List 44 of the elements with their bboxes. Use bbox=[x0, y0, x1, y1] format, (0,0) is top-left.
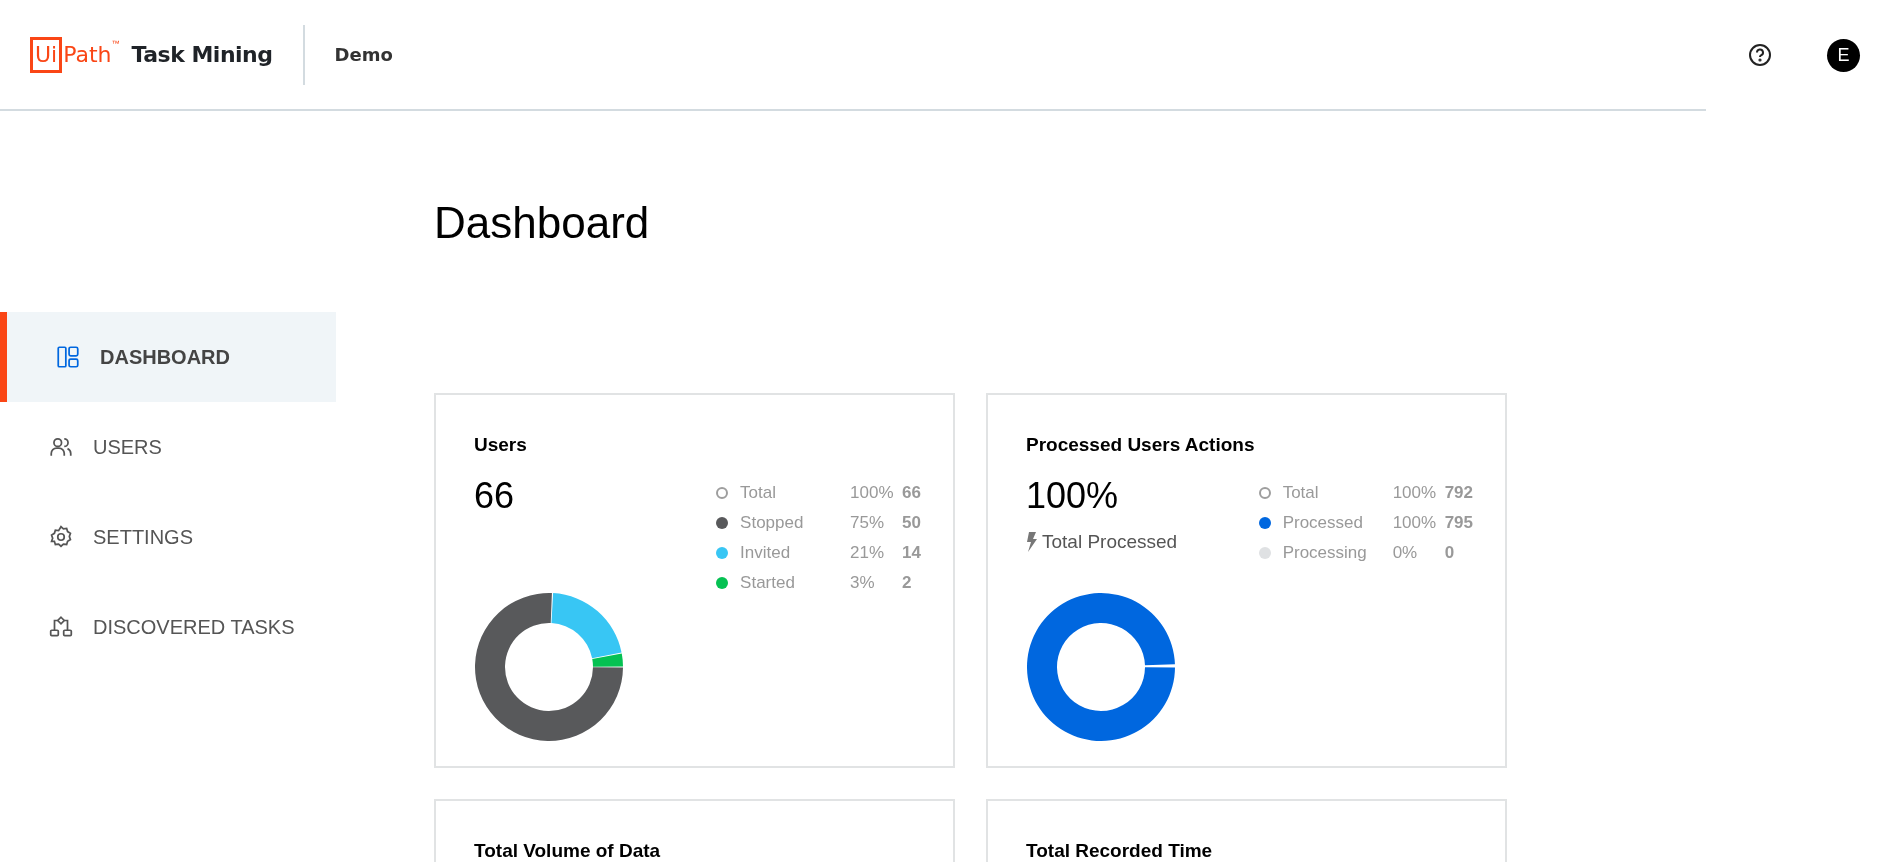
user-avatar[interactable]: E bbox=[1827, 39, 1860, 72]
card-title: Processed Users Actions bbox=[1026, 433, 1256, 457]
workspace-name: Demo bbox=[334, 43, 393, 67]
legend-label: Processing bbox=[1282, 541, 1368, 564]
stat-value: 66 bbox=[474, 473, 516, 518]
logo-box: Ui bbox=[30, 36, 63, 73]
page-title: Dashboard bbox=[434, 197, 651, 249]
legend-label: Started bbox=[740, 571, 796, 594]
card-title: Total Recorded Time bbox=[1026, 839, 1214, 862]
lightning-icon bbox=[1026, 531, 1038, 552]
logo-text: Path bbox=[63, 40, 112, 69]
sidebar-item[interactable]: USERS bbox=[0, 402, 336, 492]
legend-percent: 100% bbox=[850, 481, 895, 504]
hierarchy-icon bbox=[48, 614, 74, 640]
legend-label: Processed bbox=[1282, 511, 1364, 534]
legend-count: 792 bbox=[1444, 481, 1473, 504]
legend-count: 0 bbox=[1444, 541, 1455, 564]
legend-label: Invited bbox=[740, 541, 792, 564]
legend-count: 50 bbox=[902, 511, 921, 534]
card-title: Users bbox=[474, 433, 528, 457]
trademark-mark: ™ bbox=[111, 37, 120, 50]
legend-count: 2 bbox=[902, 571, 912, 594]
sidebar-item[interactable]: DASHBOARD bbox=[0, 312, 336, 402]
legend-percent: 3% bbox=[850, 571, 876, 594]
legend-percent: 21% bbox=[850, 541, 886, 564]
settings-icon bbox=[48, 524, 74, 550]
help-icon[interactable] bbox=[1748, 42, 1772, 67]
card-title: Total Volume of Data bbox=[474, 839, 662, 862]
legend-percent: 75% bbox=[850, 511, 886, 534]
legend-label: Total bbox=[1282, 481, 1320, 504]
legend-count: 66 bbox=[902, 481, 921, 504]
sidebar-item[interactable]: DISCOVERED TASKS bbox=[0, 582, 336, 672]
legend-percent: 100% bbox=[1392, 511, 1438, 534]
legend-count: 795 bbox=[1444, 511, 1473, 534]
legend-percent: 100% bbox=[1392, 481, 1438, 504]
stat-caption: Total Processed bbox=[1042, 529, 1178, 554]
stat-value: 100% bbox=[1026, 473, 1120, 518]
legend-percent: 0% bbox=[1392, 541, 1419, 564]
legend-label: Stopped bbox=[740, 511, 805, 534]
legend-label: Total bbox=[740, 481, 777, 504]
product-name: Task Mining bbox=[131, 41, 273, 69]
dashboard-icon bbox=[55, 344, 81, 370]
legend-count: 14 bbox=[902, 541, 921, 564]
sidebar-item[interactable]: SETTINGS bbox=[0, 492, 336, 582]
